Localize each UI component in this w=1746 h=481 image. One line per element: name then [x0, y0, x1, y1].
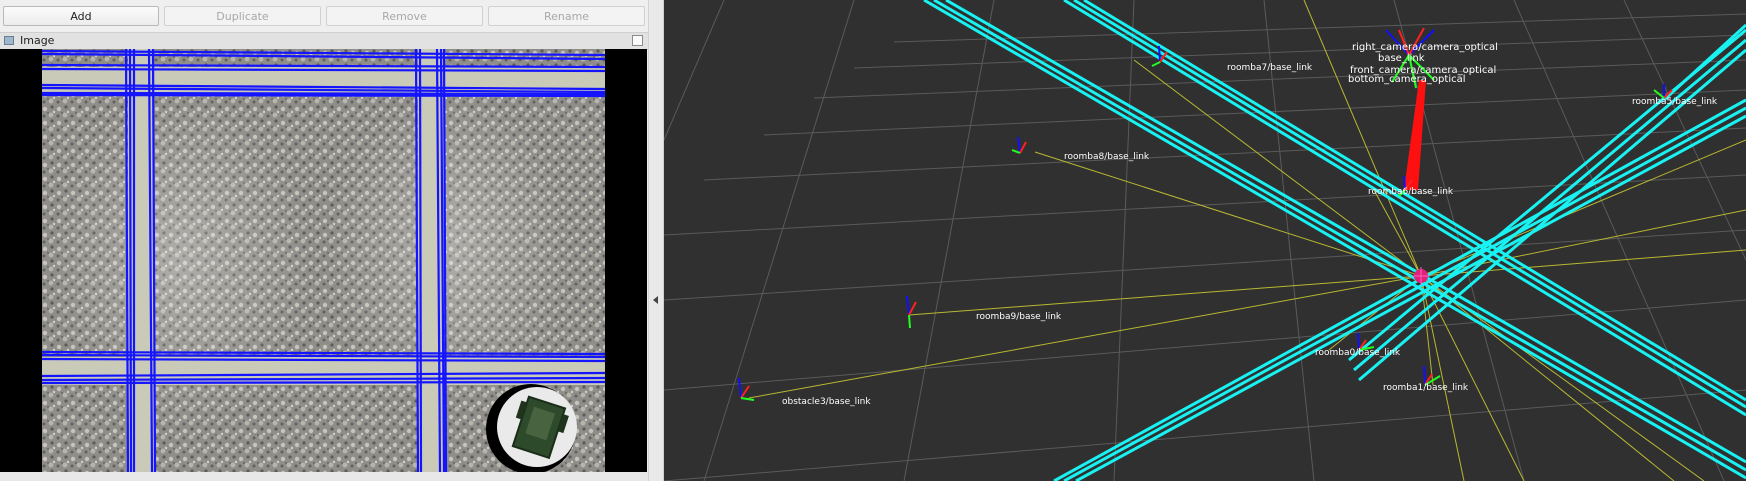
tf-axes [738, 27, 1673, 401]
image-panel-titlebar[interactable]: Image [0, 32, 648, 50]
frame-label: right_camera/camera_optical [1352, 42, 1498, 53]
frame-label: roomba0/base_link [1315, 348, 1401, 358]
float-panel-icon[interactable] [632, 35, 643, 46]
panel-splitter[interactable] [648, 0, 664, 481]
display-toolbar: Add Duplicate Remove Rename [0, 0, 648, 30]
frame-label: bottom_camera_optical [1348, 74, 1466, 85]
collapse-arrow-icon[interactable] [653, 296, 658, 304]
frame-label: roomba1/base_link [1383, 383, 1469, 393]
remove-button[interactable]: Remove [326, 6, 483, 26]
left-panel: Add Duplicate Remove Rename Image [0, 0, 648, 481]
frame-label: base_link [1378, 53, 1425, 64]
frame-label: roomba8/base_link [1064, 152, 1150, 162]
panel-bottom-strip [0, 472, 648, 481]
rviz-3d-view[interactable]: right_camera/camera_optical base_link fr… [664, 0, 1746, 481]
image-panel-title: Image [20, 34, 55, 47]
frame-label: roomba9/base_link [976, 312, 1062, 322]
add-button[interactable]: Add [3, 6, 159, 26]
frame-label: roomba7/base_link [1227, 63, 1313, 73]
frame-label: roomba5/base_link [1632, 97, 1718, 107]
image-panel-icon [4, 36, 14, 45]
camera-image [41, 49, 606, 472]
duplicate-button[interactable]: Duplicate [164, 6, 321, 26]
frame-label: obstacle3/base_link [782, 397, 871, 407]
camera-image-view[interactable] [0, 49, 647, 472]
frame-label: roomba6/base_link [1368, 187, 1454, 197]
pose-arrow [1404, 80, 1426, 190]
rviz-scene [664, 0, 1746, 481]
rename-button[interactable]: Rename [488, 6, 645, 26]
